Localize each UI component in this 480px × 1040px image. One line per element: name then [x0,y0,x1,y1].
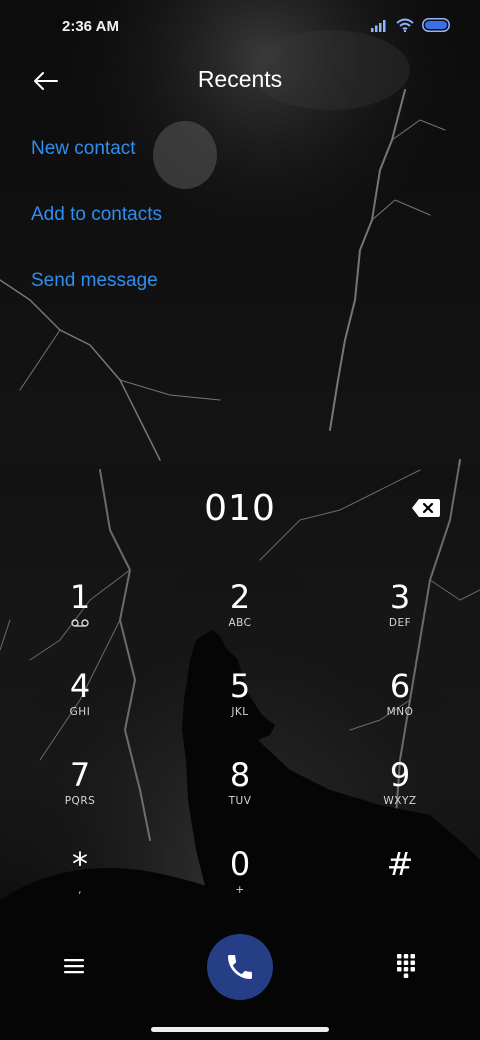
key-letters: JKL [231,706,249,718]
key-0[interactable]: 0 + [180,845,300,925]
key-letters: , [78,884,82,896]
key-3[interactable]: 3 DEF [340,578,460,658]
menu-button[interactable] [58,950,90,982]
key-letters: WXYZ [383,795,417,807]
signal-icon [371,19,386,32]
key-digit: 7 [69,756,91,794]
key-7[interactable]: 7 PQRS [20,756,140,836]
key-digit: 6 [389,667,411,705]
send-message-link[interactable]: Send message [31,270,158,292]
key-digit: 2 [229,578,251,616]
key-digit: * [72,845,88,883]
key-digit: 9 [389,756,411,794]
page-title: Recents [197,66,283,92]
key-digit: 0 [229,845,251,883]
backspace-icon [412,499,440,517]
dialed-number: 010 [204,488,276,529]
key-digit: 1 [69,578,91,616]
status-time: 2:36 AM [62,18,119,35]
voicemail-icon [71,619,89,627]
key-digit: 3 [389,578,411,616]
key-hash[interactable]: # [340,845,460,925]
key-6[interactable]: 6 MNO [340,667,460,747]
add-to-contacts-link[interactable]: Add to contacts [31,204,162,226]
key-star[interactable]: * , [20,845,140,925]
key-9[interactable]: 9 WXYZ [340,756,460,836]
key-letters: MNO [386,706,414,718]
key-letters: + [235,884,245,896]
key-letters: ABC [228,617,252,629]
status-icons [371,18,450,32]
new-contact-link[interactable]: New contact [31,138,136,160]
key-5[interactable]: 5 JKL [180,667,300,747]
home-indicator[interactable] [151,1027,329,1032]
dialpad-button[interactable] [390,950,422,982]
key-1[interactable]: 1 [20,578,140,658]
backspace-button[interactable] [410,496,442,520]
key-digit: 4 [69,667,91,705]
battery-icon [422,18,450,32]
call-button[interactable] [207,934,273,1000]
key-8[interactable]: 8 TUV [180,756,300,836]
wifi-icon [396,18,414,32]
key-letters: TUV [228,795,252,807]
key-digit: 8 [229,756,251,794]
dialpad-icon [397,954,415,978]
menu-icon [64,959,84,974]
key-letters: PQRS [64,795,96,807]
key-2[interactable]: 2 ABC [180,578,300,658]
key-letters: DEF [388,617,412,629]
phone-icon [228,955,252,979]
key-digit: # [386,845,414,883]
key-digit: 5 [229,667,251,705]
key-letters: GHI [69,706,91,718]
key-4[interactable]: 4 GHI [20,667,140,747]
